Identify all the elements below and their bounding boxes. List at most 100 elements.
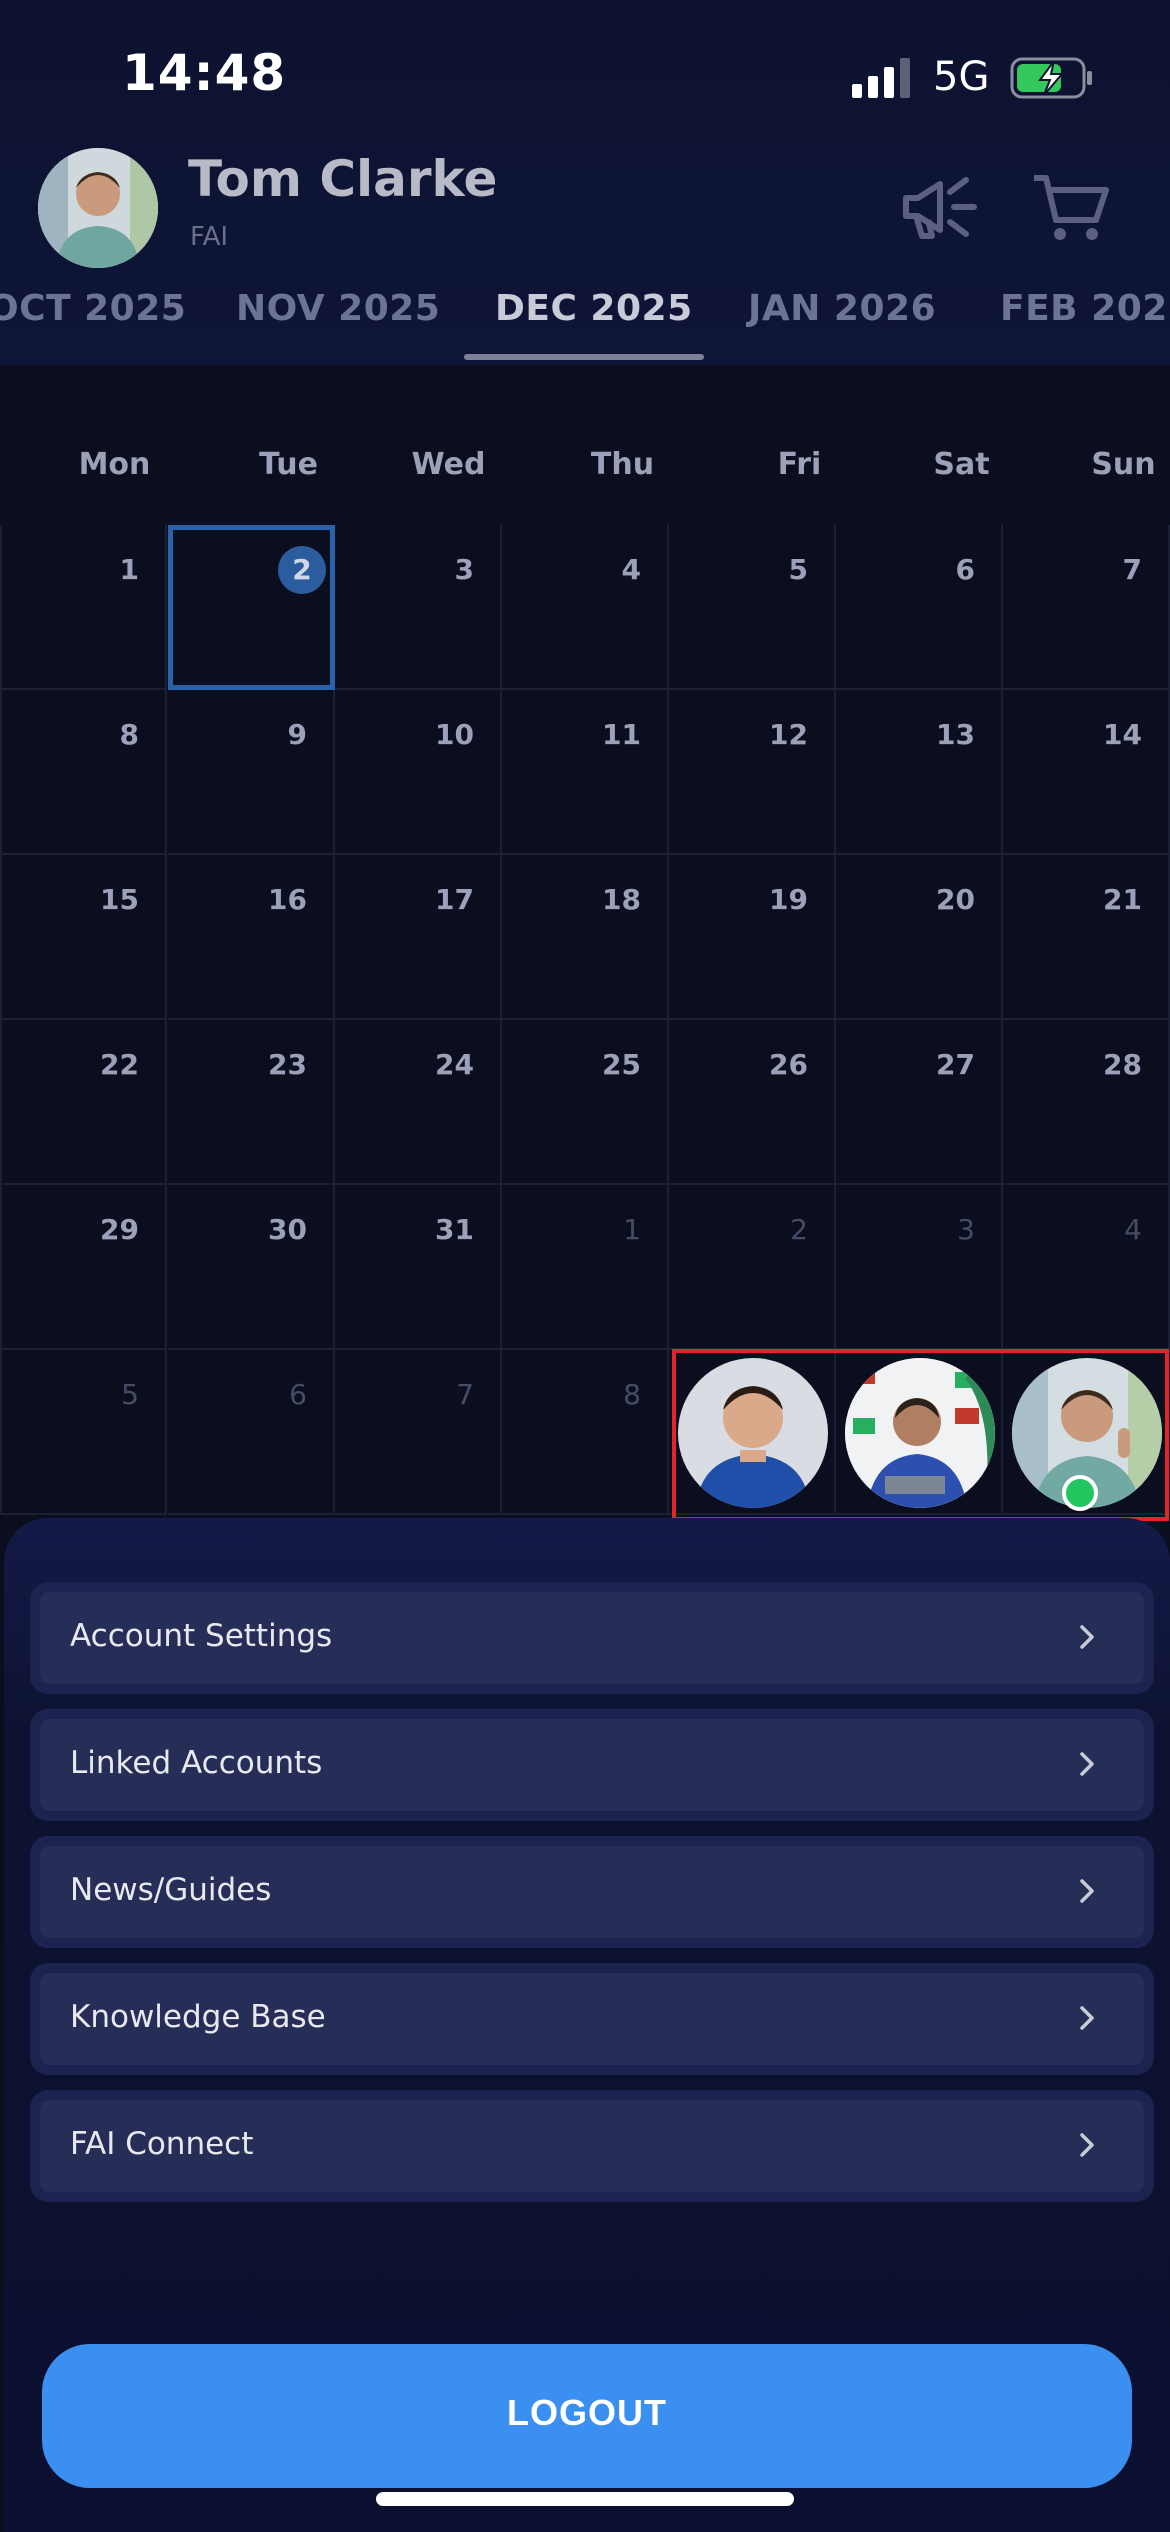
calendar-day[interactable]: 25 xyxy=(502,1020,669,1185)
calendar-day[interactable]: 7 xyxy=(1003,525,1170,690)
calendar-day[interactable]: 13 xyxy=(836,690,1003,855)
app-root: 14:48 5G Tom Clarke FAI OCT 2025 NOV 202… xyxy=(0,0,1170,2532)
chevron-right-icon xyxy=(1080,1752,1094,1776)
calendar-day[interactable]: 18 xyxy=(502,855,669,1020)
day-number: 4 xyxy=(1124,1213,1142,1246)
day-number: 5 xyxy=(121,1378,139,1411)
day-number: 28 xyxy=(1103,1048,1142,1081)
menu-item-label: Account Settings xyxy=(70,1618,333,1654)
day-number: 21 xyxy=(1103,883,1142,916)
day-number: 23 xyxy=(268,1048,307,1081)
day-number: 13 xyxy=(936,718,975,751)
status-time: 14:48 xyxy=(122,44,287,102)
calendar-day[interactable]: 30 xyxy=(168,1185,335,1350)
day-number: 30 xyxy=(268,1213,307,1246)
calendar-day[interactable]: 8 xyxy=(502,1350,669,1515)
calendar-day[interactable]: 6 xyxy=(836,525,1003,690)
calendar-day[interactable]: 4 xyxy=(502,525,669,690)
calendar-day[interactable]: 16 xyxy=(168,855,335,1020)
calendar-day[interactable]: 1 xyxy=(0,525,167,690)
header: 14:48 5G Tom Clarke FAI OCT 2025 NOV 202… xyxy=(0,0,1170,365)
profile-avatar[interactable] xyxy=(38,148,158,268)
day-number: 31 xyxy=(435,1213,474,1246)
calendar-day[interactable]: 14 xyxy=(1003,690,1170,855)
calendar-day[interactable]: 19 xyxy=(669,855,836,1020)
calendar-day[interactable]: 26 xyxy=(669,1020,836,1185)
tab-dec-2025[interactable]: DEC 2025 xyxy=(495,288,693,329)
logout-button[interactable]: LOGOUT xyxy=(42,2344,1132,2488)
day-number: 26 xyxy=(769,1048,808,1081)
menu-item-label: Knowledge Base xyxy=(70,1999,326,2035)
day-number: 24 xyxy=(435,1048,474,1081)
calendar-day[interactable]: 6 xyxy=(168,1350,335,1515)
day-number: 17 xyxy=(435,883,474,916)
user-avatar-icon xyxy=(38,148,158,268)
profile-row: Tom Clarke FAI xyxy=(0,140,1170,270)
weekday-sun: Sun xyxy=(1091,447,1156,482)
calendar-day[interactable]: 29 xyxy=(0,1185,167,1350)
tab-jan-2026[interactable]: JAN 2026 xyxy=(748,288,936,329)
calendar-day[interactable]: 8 xyxy=(0,690,167,855)
menu-item-account-settings[interactable]: Account Settings xyxy=(30,1582,1154,1694)
active-tab-indicator xyxy=(464,354,704,360)
day-number: 19 xyxy=(769,883,808,916)
weekday-tue: Tue xyxy=(259,447,318,482)
month-tabs: OCT 2025 NOV 2025 DEC 2025 JAN 2026 FEB … xyxy=(0,280,1170,365)
calendar-day[interactable]: 23 xyxy=(168,1020,335,1185)
calendar-day[interactable]: 22 xyxy=(0,1020,167,1185)
tab-nov-2025[interactable]: NOV 2025 xyxy=(236,288,440,329)
menu-item-knowledge-base[interactable]: Knowledge Base xyxy=(30,1963,1154,2075)
tab-feb-2026[interactable]: FEB 2026 xyxy=(1000,288,1170,329)
megaphone-icon[interactable] xyxy=(900,170,982,246)
tab-oct-2025[interactable]: OCT 2025 xyxy=(0,288,186,329)
day-number: 6 xyxy=(955,553,975,586)
calendar-day[interactable]: 7 xyxy=(335,1350,502,1515)
day-number: 11 xyxy=(602,718,641,751)
calendar-day[interactable]: 21 xyxy=(1003,855,1170,1020)
day-number: 25 xyxy=(602,1048,641,1081)
calendar-day[interactable]: 2 xyxy=(669,1185,836,1350)
calendar-day[interactable]: 31 xyxy=(335,1185,502,1350)
calendar-day[interactable]: 1 xyxy=(502,1185,669,1350)
calendar-day-today[interactable]: 2 xyxy=(168,525,335,690)
calendar-day[interactable]: 12 xyxy=(669,690,836,855)
weekday-wed: Wed xyxy=(411,447,486,482)
day-number: 1 xyxy=(119,553,139,586)
menu-item-linked-accounts[interactable]: Linked Accounts xyxy=(30,1709,1154,1821)
calendar-day[interactable]: 15 xyxy=(0,855,167,1020)
calendar-day[interactable]: 10 xyxy=(335,690,502,855)
calendar-day[interactable]: 24 xyxy=(335,1020,502,1185)
calendar-day[interactable]: 17 xyxy=(335,855,502,1020)
menu-item-news-guides[interactable]: News/Guides xyxy=(30,1836,1154,1948)
day-number: 7 xyxy=(1122,553,1142,586)
weekday-fri: Fri xyxy=(777,447,822,482)
day-number: 2 xyxy=(278,546,326,594)
weekday-row: Mon Tue Wed Thu Fri Sat Sun xyxy=(0,365,1170,525)
calendar-day[interactable]: 3 xyxy=(335,525,502,690)
day-number: 2 xyxy=(790,1213,808,1246)
day-number: 4 xyxy=(621,553,641,586)
chevron-right-icon xyxy=(1080,2006,1094,2030)
day-number: 3 xyxy=(454,553,474,586)
network-label: 5G xyxy=(933,54,990,100)
day-number: 16 xyxy=(268,883,307,916)
highlight-box xyxy=(672,1349,1169,1521)
calendar-day[interactable]: 4 xyxy=(1003,1185,1170,1350)
calendar-day[interactable]: 11 xyxy=(502,690,669,855)
day-number: 6 xyxy=(289,1378,307,1411)
menu-item-fai-connect[interactable]: FAI Connect xyxy=(30,2090,1154,2202)
day-number: 1 xyxy=(623,1213,641,1246)
calendar-day[interactable]: 9 xyxy=(168,690,335,855)
weekday-thu: Thu xyxy=(590,447,655,482)
calendar-day[interactable]: 3 xyxy=(836,1185,1003,1350)
menu-item-label: News/Guides xyxy=(70,1872,272,1908)
day-number: 10 xyxy=(435,718,474,751)
cart-icon[interactable] xyxy=(1030,170,1112,246)
calendar-day[interactable]: 27 xyxy=(836,1020,1003,1185)
calendar-day[interactable]: 28 xyxy=(1003,1020,1170,1185)
calendar-day[interactable]: 5 xyxy=(669,525,836,690)
calendar-day[interactable]: 5 xyxy=(0,1350,167,1515)
home-indicator[interactable] xyxy=(376,2492,794,2506)
calendar-day[interactable]: 20 xyxy=(836,855,1003,1020)
day-number: 8 xyxy=(623,1378,641,1411)
